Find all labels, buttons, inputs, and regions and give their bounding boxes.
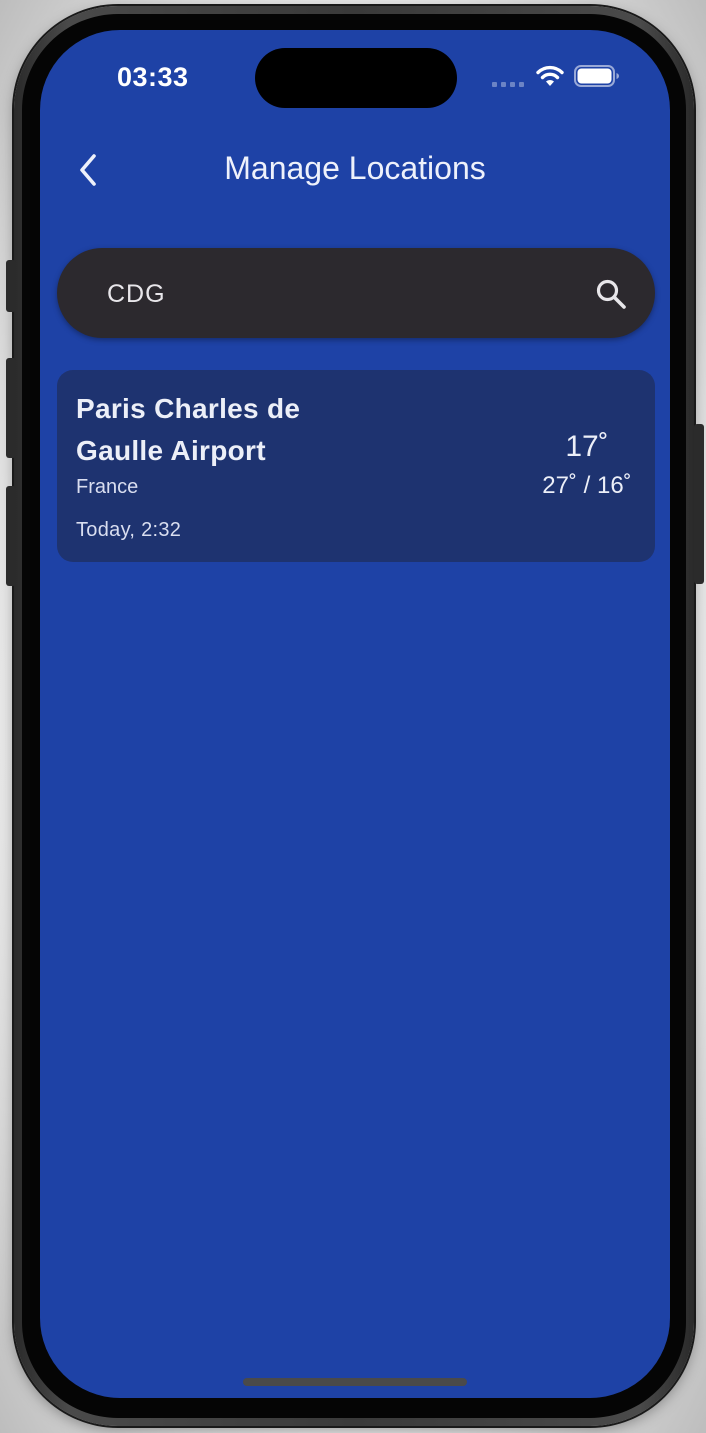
dynamic-island — [255, 48, 457, 108]
wifi-icon — [536, 65, 564, 86]
device-mockup: 03:33 Manage Locations CDG Paris Charles… — [0, 0, 706, 1433]
current-temperature: 17˚ — [565, 430, 609, 463]
search-bar[interactable] — [57, 248, 655, 338]
page-title: Manage Locations — [224, 150, 486, 186]
power-button — [694, 424, 704, 584]
cellular-signal-icon — [492, 82, 524, 87]
home-indicator[interactable] — [243, 1378, 467, 1386]
location-name: Paris Charles de Gaulle Airport — [76, 393, 301, 466]
search-input[interactable] — [105, 274, 579, 314]
temperature-range: 27˚ / 16˚ — [542, 472, 632, 499]
moon-icon — [460, 452, 475, 480]
status-time: 03:33 — [117, 62, 189, 92]
action-button — [6, 260, 16, 312]
app-screen: 03:33 Manage Locations CDG Paris Charles… — [40, 30, 670, 1398]
volume-down-button — [6, 486, 16, 586]
location-local-time: Today, 2:32 — [76, 519, 182, 541]
location-country: France — [76, 476, 139, 498]
location-result-card[interactable]: Paris Charles de Gaulle Airport France T… — [57, 370, 655, 562]
volume-up-button — [6, 358, 16, 458]
battery-icon — [574, 65, 619, 87]
search-icon[interactable] — [595, 278, 627, 310]
